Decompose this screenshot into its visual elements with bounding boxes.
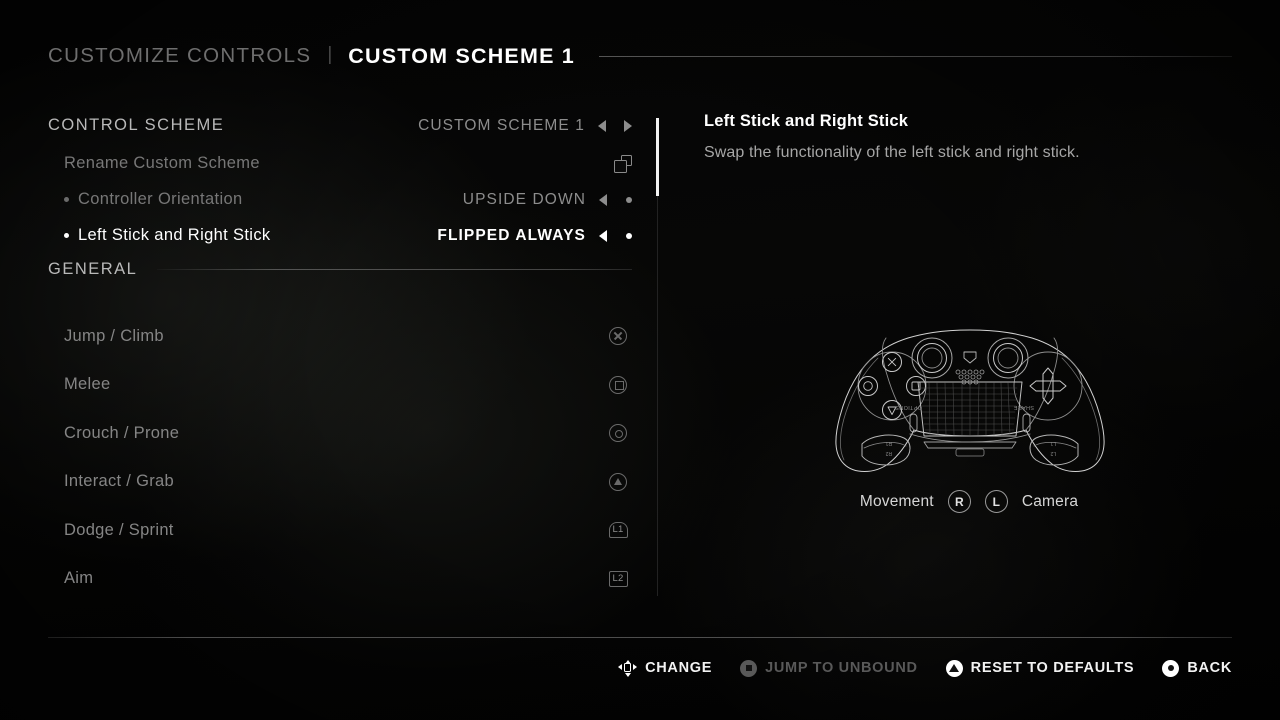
binding-action-label: Melee — [64, 375, 111, 394]
binding-row-aim[interactable]: Aim L2 — [48, 555, 632, 604]
footer-button-back[interactable]: BACK — [1162, 659, 1232, 677]
stick-assignment-legend: Movement R L Camera — [704, 490, 1234, 513]
svg-text:OPTIONS: OPTIONS — [895, 404, 922, 410]
svg-text:SHARE: SHARE — [1013, 404, 1034, 410]
control-scheme-label: CONTROL SCHEME — [48, 116, 225, 134]
binding-action-label: Aim — [64, 569, 94, 588]
legend-camera-label: Camera — [1021, 492, 1079, 510]
circle-button-icon — [1162, 659, 1180, 677]
range-end-dot-icon — [626, 232, 632, 239]
breadcrumb-separator: | — [327, 44, 333, 65]
triangle-button-icon — [945, 659, 963, 677]
option-row-left-and-right-stick[interactable]: Left Stick and Right Stick FLIPPED ALWAY… — [48, 220, 632, 251]
circle-button-icon — [609, 424, 627, 443]
left-and-right-stick-control[interactable]: FLIPPED ALWAYS — [437, 227, 632, 245]
binding-row-melee[interactable]: Melee — [48, 361, 632, 410]
dpad-icon — [618, 659, 638, 677]
controller-orientation-value: UPSIDE DOWN — [462, 190, 586, 208]
triangle-button-icon — [609, 472, 627, 491]
binding-row-dodge-sprint[interactable]: Dodge / Sprint L1 — [48, 506, 632, 555]
chevron-left-icon[interactable] — [599, 229, 607, 242]
left-and-right-stick-label: Left Stick and Right Stick — [78, 226, 271, 244]
option-row-control-scheme[interactable]: CONTROL SCHEME CUSTOM SCHEME 1 — [48, 110, 632, 141]
l1-shoulder-icon: L1 — [608, 522, 628, 539]
svg-text:L2: L2 — [1050, 450, 1056, 456]
footer-button-label: CHANGE — [645, 660, 713, 676]
row-bullet-selected — [64, 233, 69, 238]
options-list: CONTROL SCHEME CUSTOM SCHEME 1 Rename Cu… — [48, 110, 632, 610]
cross-button-icon — [609, 327, 627, 346]
square-button-icon — [609, 375, 627, 394]
left-stick-badge-icon: L — [984, 490, 1008, 513]
footer-button-jump-to-unbound: JUMP TO UNBOUND — [740, 659, 918, 677]
rename-scheme-label: Rename Custom Scheme — [64, 154, 260, 172]
breadcrumb: CUSTOMIZE CONTROLS | CUSTOM SCHEME 1 — [48, 38, 1232, 74]
footer-button-label: BACK — [1187, 660, 1232, 676]
controls-settings-screen: CUSTOMIZE CONTROLS | CUSTOM SCHEME 1 CON… — [0, 0, 1280, 720]
scrollbar-thumb[interactable] — [656, 118, 659, 196]
binding-action-label: Dodge / Sprint — [64, 520, 174, 539]
detail-title: Left Stick and Right Stick — [704, 112, 909, 130]
section-divider — [157, 269, 632, 270]
detail-description: Swap the functionality of the left stick… — [704, 144, 1080, 161]
chevron-left-icon[interactable] — [598, 119, 606, 132]
binding-button-slot[interactable] — [604, 375, 632, 394]
binding-action-label: Jump / Climb — [64, 326, 164, 345]
legend-movement-label: Movement — [859, 492, 934, 510]
copy-icon[interactable] — [614, 154, 632, 173]
footer-button-change[interactable]: CHANGE — [618, 659, 713, 677]
l2-trigger-icon: L2 — [608, 570, 628, 587]
breadcrumb-current: CUSTOM SCHEME 1 — [348, 43, 575, 68]
binding-button-slot[interactable]: L2 — [604, 570, 632, 587]
row-bullet — [64, 197, 69, 202]
footer-action-bar: CHANGE JUMP TO UNBOUND RESET TO DEFAULTS… — [618, 655, 1232, 681]
binding-list: Jump / Climb Melee Crouch / Prone Intera… — [48, 312, 632, 603]
square-button-icon — [740, 659, 758, 677]
controller-orientation-label: Controller Orientation — [78, 190, 243, 208]
svg-text:R2: R2 — [885, 450, 892, 456]
controller-diagram: SHARE OPTIONS L2 L1 R2 R1 — [800, 300, 1140, 480]
binding-button-slot[interactable] — [604, 327, 632, 346]
binding-button-slot[interactable] — [604, 472, 632, 491]
chevron-right-icon[interactable] — [624, 119, 632, 132]
binding-row-interact-grab[interactable]: Interact / Grab — [48, 458, 632, 507]
option-row-controller-orientation[interactable]: Controller Orientation UPSIDE DOWN — [48, 184, 632, 215]
binding-button-slot[interactable] — [604, 424, 632, 443]
binding-action-label: Crouch / Prone — [64, 423, 180, 442]
chevron-left-icon[interactable] — [599, 193, 607, 206]
svg-text:R1: R1 — [885, 440, 892, 446]
section-header-general: GENERAL — [48, 260, 632, 279]
range-end-dot-icon — [626, 196, 632, 203]
binding-row-jump-climb[interactable]: Jump / Climb — [48, 312, 632, 361]
footer-button-label: RESET TO DEFAULTS — [970, 660, 1135, 676]
footer-divider — [48, 637, 1232, 638]
detail-panel: Left Stick and Right Stick Swap the func… — [704, 112, 1234, 164]
right-stick-badge-icon: R — [947, 490, 971, 513]
control-scheme-value: CUSTOM SCHEME 1 — [418, 116, 585, 134]
option-row-rename-scheme[interactable]: Rename Custom Scheme — [48, 148, 632, 179]
binding-button-slot[interactable]: L1 — [604, 522, 632, 539]
breadcrumb-parent[interactable]: CUSTOMIZE CONTROLS — [48, 44, 311, 68]
general-section-title: GENERAL — [48, 260, 138, 278]
left-and-right-stick-value: FLIPPED ALWAYS — [437, 226, 586, 244]
svg-text:L1: L1 — [1050, 440, 1056, 446]
binding-action-label: Interact / Grab — [64, 472, 174, 491]
header-divider — [598, 55, 1232, 57]
controller-orientation-control[interactable]: UPSIDE DOWN — [463, 191, 632, 209]
footer-button-reset-to-defaults[interactable]: RESET TO DEFAULTS — [945, 659, 1135, 677]
footer-button-label: JUMP TO UNBOUND — [765, 660, 918, 676]
control-scheme-control[interactable]: CUSTOM SCHEME 1 — [418, 117, 632, 135]
binding-row-crouch-prone[interactable]: Crouch / Prone — [48, 409, 632, 458]
